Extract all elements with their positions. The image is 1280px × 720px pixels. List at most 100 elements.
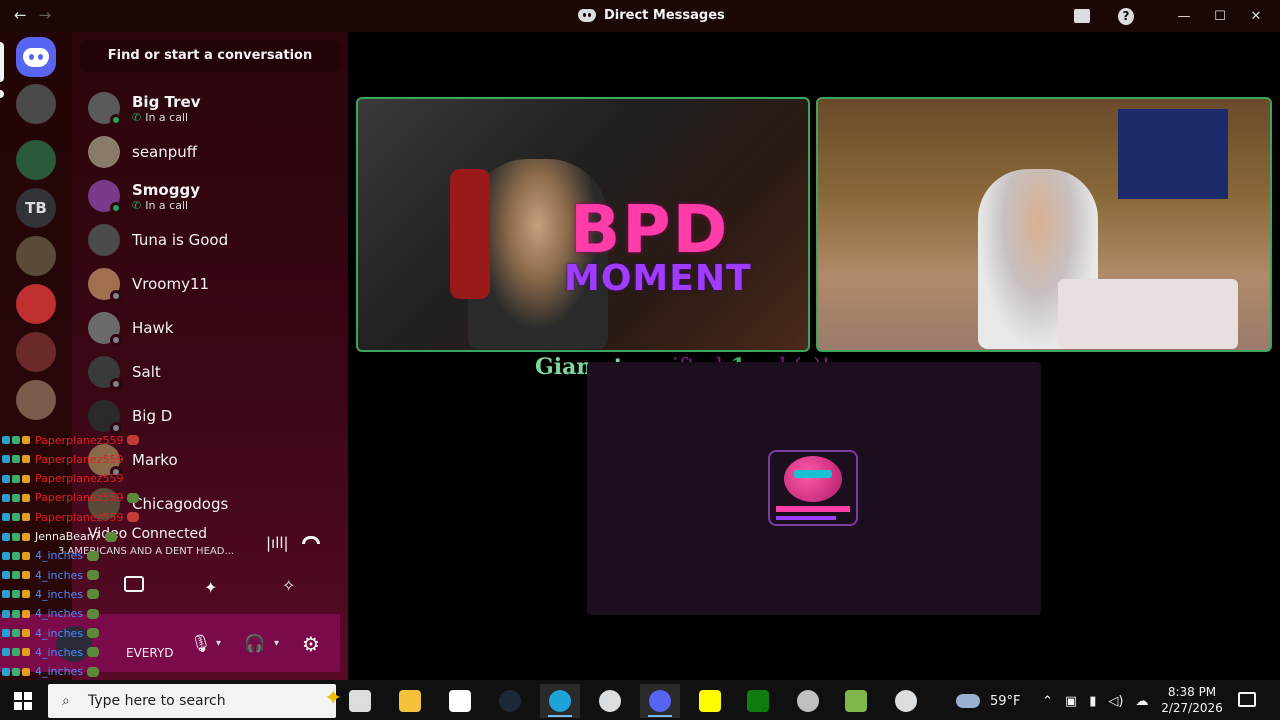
- dm-item[interactable]: Smoggy ✆ In a call: [80, 175, 340, 217]
- app-globe-glyph-icon: [797, 690, 819, 712]
- headphones-icon[interactable]: 🎧: [244, 634, 265, 654]
- activities-icon[interactable]: ✦: [204, 578, 217, 597]
- chat-badge-icon: [2, 532, 10, 541]
- chat-badge-icon: [22, 590, 30, 599]
- chat-badge-icon: [12, 609, 20, 618]
- maximize-button[interactable]: ☐: [1202, 9, 1238, 24]
- start-button[interactable]: [14, 692, 32, 710]
- chat-badge-icon: [2, 513, 10, 522]
- find-conversation-button[interactable]: Find or start a conversation: [80, 40, 340, 72]
- dm-item[interactable]: Salt: [80, 351, 340, 393]
- usb-icon[interactable]: ▮: [1089, 694, 1096, 709]
- tray-overflow-chevron-icon[interactable]: ⌃: [1042, 694, 1053, 709]
- chat-emote-icon: [87, 666, 100, 677]
- server-avatar-4[interactable]: [16, 284, 56, 324]
- dm-item[interactable]: Tuna is Good: [80, 219, 340, 261]
- chat-username: Paperplanez559: [35, 491, 124, 505]
- taskbar-clock[interactable]: 8:38 PM 2/27/2026: [1160, 684, 1224, 716]
- chat-badge-icon: [2, 609, 10, 618]
- inbox-icon[interactable]: [1074, 8, 1090, 24]
- dm-item[interactable]: Big Trev ✆ In a call: [80, 87, 340, 129]
- tray-app-icon[interactable]: ▣: [1065, 694, 1077, 709]
- chat-emote-icon: [127, 512, 140, 523]
- microsoft-store-glyph-icon: [449, 690, 471, 712]
- status-indicator: [110, 114, 122, 126]
- home-button[interactable]: [16, 37, 56, 77]
- chat-emote-icon: [87, 570, 100, 581]
- window-title: Direct Messages: [578, 8, 725, 23]
- dm-text: Big D: [132, 407, 172, 425]
- bpd-emblem-icon: [768, 450, 858, 526]
- chat-badge-icon: [2, 455, 10, 464]
- taskbar-obs-recording-icon[interactable]: [886, 684, 926, 718]
- back-arrow-icon[interactable]: ←: [14, 6, 27, 24]
- settings-gear-icon[interactable]: ⚙: [302, 632, 320, 656]
- audio-options-chevron-icon[interactable]: ▾: [274, 638, 279, 649]
- server-tb[interactable]: TB: [16, 188, 56, 228]
- chat-username: 4_inches: [35, 587, 84, 601]
- chat-line: Paperplanez559: [2, 490, 140, 506]
- chat-emote-icon: [87, 550, 100, 561]
- soundboard-icon[interactable]: ✧: [282, 576, 295, 595]
- noise-suppression-icon[interactable]: |ıll|: [266, 534, 289, 552]
- network-cloud-icon[interactable]: ☁: [1135, 694, 1148, 709]
- forward-arrow-icon[interactable]: →: [39, 6, 52, 24]
- weather-widget[interactable]: 59°F: [956, 684, 1021, 718]
- discord-icon: [23, 47, 49, 67]
- chat-badge-icon: [12, 532, 20, 541]
- taskbar-microsoft-store-icon[interactable]: [440, 684, 480, 718]
- chat-badge-icon: [22, 648, 30, 657]
- chat-emote-icon: [87, 628, 100, 638]
- taskbar-steam-icon[interactable]: [490, 684, 530, 718]
- taskbar-search-placeholder: Type here to search: [88, 693, 226, 709]
- server-avatar-5[interactable]: [16, 332, 56, 372]
- system-tray: ⌃ ▣ ▮ ◁) ☁: [1042, 684, 1148, 718]
- dm-text: Smoggy ✆ In a call: [132, 181, 200, 212]
- phone-icon: ✆: [132, 198, 142, 212]
- server-avatar-2[interactable]: [16, 140, 56, 180]
- dm-name: Big D: [132, 407, 173, 425]
- chat-username: 4_inches: [35, 607, 84, 621]
- notifications-icon[interactable]: [1238, 692, 1256, 707]
- volume-icon[interactable]: ◁): [1108, 694, 1123, 709]
- chat-line: JennaBean7: [2, 529, 117, 545]
- server-avatar-6[interactable]: [16, 380, 56, 420]
- chat-line: Paperplanez559: [2, 509, 140, 525]
- taskbar-chess-icon[interactable]: [836, 684, 876, 718]
- help-icon[interactable]: ?: [1118, 7, 1134, 25]
- taskbar-task-view-icon[interactable]: [340, 684, 380, 718]
- clock-time: 8:38 PM: [1167, 685, 1217, 699]
- nav-arrows: ← →: [14, 6, 51, 24]
- close-button[interactable]: ✕: [1238, 9, 1274, 24]
- chat-badge-icon: [12, 667, 20, 676]
- microphone-icon[interactable]: 🎙: [190, 634, 212, 654]
- taskbar-xbox-icon[interactable]: [738, 684, 778, 718]
- chat-badge-icon: [2, 590, 10, 599]
- dm-name: Hawk: [132, 319, 174, 337]
- server-avatar-1[interactable]: [16, 84, 56, 124]
- mic-options-chevron-icon[interactable]: ▾: [216, 638, 221, 649]
- taskbar-discord-icon[interactable]: [640, 684, 680, 718]
- chess-glyph-icon: [845, 690, 867, 712]
- taskbar-edge-icon[interactable]: [540, 684, 580, 718]
- chat-username: Paperplanez559: [35, 510, 124, 524]
- dm-item[interactable]: Hawk: [80, 307, 340, 349]
- video-tile-1[interactable]: BPD MOMENT: [356, 97, 810, 352]
- disconnect-icon[interactable]: [302, 536, 320, 544]
- chat-username: 4_inches: [35, 568, 84, 582]
- chat-badge-icon: [2, 648, 10, 657]
- discord-glyph-icon: [649, 690, 671, 712]
- dm-avatar: [88, 400, 122, 434]
- taskbar-file-explorer-icon[interactable]: [390, 684, 430, 718]
- taskbar-app-globe-icon[interactable]: [788, 684, 828, 718]
- minimize-button[interactable]: —: [1166, 9, 1202, 24]
- taskbar-snapchat-icon[interactable]: [690, 684, 730, 718]
- taskbar-obs-icon[interactable]: [590, 684, 630, 718]
- video-tile-2[interactable]: [816, 97, 1272, 352]
- server-avatar-3[interactable]: [16, 236, 56, 276]
- taskbar-search-box[interactable]: ⌕ Type here to search ✦: [48, 684, 342, 718]
- dm-item[interactable]: Vroomy11: [80, 263, 340, 305]
- flag-decoration: [1118, 109, 1228, 199]
- dm-name: Smoggy: [132, 180, 200, 199]
- dm-item[interactable]: seanpuff: [80, 131, 340, 173]
